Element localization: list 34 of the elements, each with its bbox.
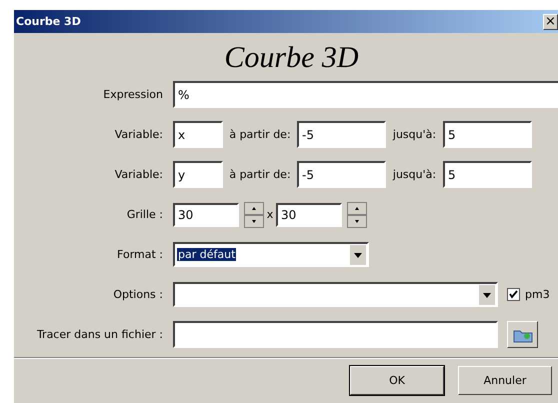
- grid-x-field[interactable]: 30: [173, 202, 239, 226]
- field-label: Format :: [116, 248, 164, 261]
- to-field[interactable]: 5: [443, 121, 532, 148]
- options-dropdown[interactable]: [173, 282, 498, 307]
- field-label: Variable:: [114, 128, 164, 141]
- field-label: Options :: [112, 288, 164, 301]
- format-dropdown[interactable]: par défaut: [173, 242, 369, 267]
- from-field[interactable]: -5: [297, 161, 386, 188]
- field-label: Variable:: [114, 168, 164, 181]
- browse-button[interactable]: [507, 321, 538, 348]
- field-label: Expression: [102, 88, 164, 101]
- field-label: à partir de:: [228, 128, 292, 141]
- from-field[interactable]: -5: [297, 121, 386, 148]
- spin-button[interactable]: [347, 202, 367, 228]
- dialog-heading: Courbe 3D: [223, 40, 360, 76]
- dialog-button[interactable]: OK: [350, 366, 444, 395]
- field-label: à partir de:: [228, 168, 292, 181]
- expression-field[interactable]: %: [173, 81, 558, 108]
- times-label: x: [266, 208, 274, 221]
- checkbox-label: pm3: [525, 288, 550, 301]
- variable-field[interactable]: y: [173, 161, 223, 188]
- field-label: jusqu'à:: [392, 168, 438, 181]
- grid-y-field[interactable]: 30: [276, 202, 342, 226]
- field-label: Tracer dans un fichier :: [36, 328, 164, 341]
- file-field[interactable]: [173, 321, 498, 348]
- checkbox[interactable]: [507, 288, 520, 301]
- field-label: jusqu'à:: [392, 128, 438, 141]
- spin-button[interactable]: [244, 202, 264, 228]
- to-field[interactable]: 5: [443, 161, 532, 188]
- close-button[interactable]: ×: [543, 14, 558, 30]
- window-title: Courbe 3D: [16, 15, 81, 28]
- dialog-button[interactable]: Annuler: [458, 366, 552, 395]
- field-label: Grille :: [126, 208, 164, 221]
- variable-field[interactable]: x: [173, 121, 223, 148]
